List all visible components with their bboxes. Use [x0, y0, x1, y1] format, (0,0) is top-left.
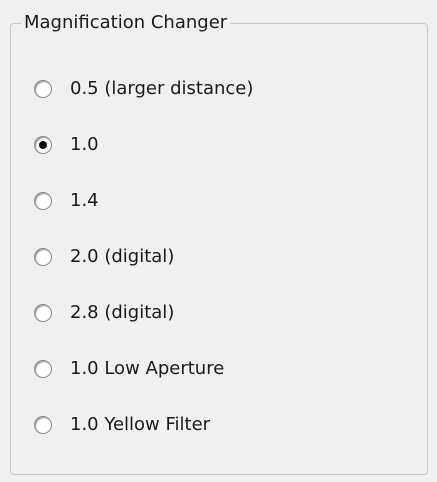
groupbox-title: Magnification Changer: [21, 12, 231, 34]
radio-button[interactable]: [34, 360, 52, 378]
option-1-4[interactable]: 1.4: [34, 186, 99, 216]
radio-button[interactable]: [34, 416, 52, 434]
option-1-0-yellow-filter[interactable]: 1.0 Yellow Filter: [34, 410, 210, 440]
option-label: 1.0 Low Aperture: [70, 358, 225, 379]
option-1-0[interactable]: 1.0: [34, 130, 99, 160]
radio-button[interactable]: [34, 80, 52, 98]
radio-button[interactable]: [34, 304, 52, 322]
radio-button[interactable]: [34, 248, 52, 266]
option-0-5-larger-distance[interactable]: 0.5 (larger distance): [34, 74, 253, 104]
option-label: 1.4: [70, 190, 99, 211]
magnification-changer-panel: Magnification Changer 0.5 (larger distan…: [0, 0, 437, 482]
option-label: 2.8 (digital): [70, 302, 175, 323]
option-label: 2.0 (digital): [70, 246, 175, 267]
option-label: 0.5 (larger distance): [70, 78, 254, 99]
option-2-0-digital[interactable]: 2.0 (digital): [34, 242, 174, 272]
option-1-0-low-aperture[interactable]: 1.0 Low Aperture: [34, 354, 224, 384]
option-label: 1.0: [70, 134, 99, 155]
radio-button[interactable]: [34, 192, 52, 210]
option-2-8-digital[interactable]: 2.8 (digital): [34, 298, 174, 328]
radio-button-selected[interactable]: [34, 136, 52, 154]
option-label: 1.0 Yellow Filter: [70, 414, 211, 435]
